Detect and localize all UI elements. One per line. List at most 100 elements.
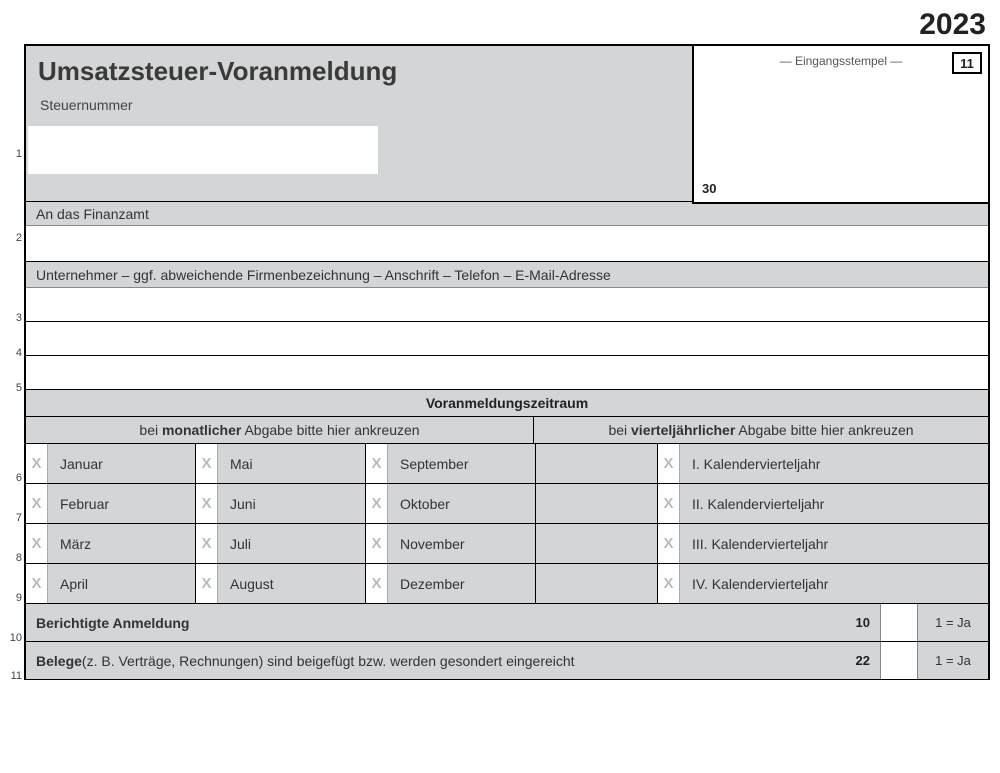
label-oktober: Oktober	[388, 484, 535, 523]
code-30-label: 30	[702, 181, 716, 196]
quarter-cell-2: X II. Kalendervierteljahr	[658, 484, 988, 523]
line-num: 4	[16, 347, 22, 359]
month-cell-september: X September	[366, 444, 536, 483]
row-berichtigte-anmeldung: Berichtigte Anmeldung 10 1 = Ja	[26, 604, 988, 642]
checkbox-dezember[interactable]: X	[366, 564, 388, 603]
txt: bei	[608, 422, 631, 438]
period-row: X März X Juli X November X III. Kalender…	[26, 524, 988, 564]
code-22: 22	[830, 642, 880, 679]
line-num: 10	[10, 632, 22, 644]
code-11-box: 11	[952, 52, 982, 74]
section-voranmeldungszeitraum: Voranmeldungszeitraum	[26, 390, 988, 417]
spacer	[536, 524, 658, 563]
header-area: Umsatzsteuer-Voranmeldung Steuernummer —…	[26, 46, 988, 202]
txt: vierteljährlicher	[631, 422, 735, 438]
spacer	[536, 484, 658, 523]
txt: bei	[139, 422, 162, 438]
month-cell-oktober: X Oktober	[366, 484, 536, 523]
quarter-cell-4: X IV. Kalendervierteljahr	[658, 564, 988, 603]
label-q2: II. Kalendervierteljahr	[680, 484, 988, 523]
checkbox-februar[interactable]: X	[26, 484, 48, 523]
checkbox-q3[interactable]: X	[658, 524, 680, 563]
quarter-cell-1: X I. Kalendervierteljahr	[658, 444, 988, 483]
unternehmer-input-3[interactable]	[26, 355, 988, 389]
quarter-cell-3: X III. Kalendervierteljahr	[658, 524, 988, 563]
line-num: 6	[16, 472, 22, 484]
month-cell-august: X August	[196, 564, 366, 603]
checkbox-november[interactable]: X	[366, 524, 388, 563]
label-august: August	[218, 564, 365, 603]
label-q3: III. Kalendervierteljahr	[680, 524, 988, 563]
checkbox-april[interactable]: X	[26, 564, 48, 603]
month-cell-november: X November	[366, 524, 536, 563]
finanzamt-row: An das Finanzamt	[26, 202, 988, 262]
label-juni: Juni	[218, 484, 365, 523]
checkbox-q2[interactable]: X	[658, 484, 680, 523]
month-cell-januar: X Januar	[26, 444, 196, 483]
line-num: 11	[11, 670, 22, 682]
label-q1: I. Kalendervierteljahr	[680, 444, 988, 483]
line-num: 7	[16, 512, 22, 524]
period-header-quarterly: bei vierteljährlicher Abgabe bitte hier …	[534, 417, 988, 443]
eingangsstempel-box: — Eingangsstempel — 11 30	[692, 44, 990, 204]
input-code-22[interactable]	[880, 642, 918, 679]
finanzamt-input[interactable]	[26, 225, 988, 261]
label-januar: Januar	[48, 444, 195, 483]
checkbox-q1[interactable]: X	[658, 444, 680, 483]
checkbox-maerz[interactable]: X	[26, 524, 48, 563]
line-num: 2	[16, 232, 22, 244]
form-year: 2023	[10, 8, 990, 42]
form-container: Umsatzsteuer-Voranmeldung Steuernummer —…	[24, 44, 990, 680]
period-row: X April X August X Dezember X IV. Kalend…	[26, 564, 988, 604]
checkbox-januar[interactable]: X	[26, 444, 48, 483]
month-cell-april: X April	[26, 564, 196, 603]
period-row: X Februar X Juni X Oktober X II. Kalende…	[26, 484, 988, 524]
line-num: 8	[16, 552, 22, 564]
row-belege: Belege (z. B. Verträge, Rechnungen) sind…	[26, 642, 988, 680]
unternehmer-block: Unternehmer – ggf. abweichende Firmenbez…	[26, 262, 988, 390]
period-header-monthly: bei monatlicher Abgabe bitte hier ankreu…	[26, 417, 534, 443]
line-num: 9	[16, 592, 22, 604]
txt: Abgabe bitte hier ankreuzen	[241, 422, 419, 438]
input-code-10[interactable]	[880, 604, 918, 641]
finanzamt-label: An das Finanzamt	[26, 202, 988, 225]
code-10: 10	[830, 604, 880, 641]
txt: monatlicher	[162, 422, 241, 438]
period-header-row: bei monatlicher Abgabe bitte hier ankreu…	[26, 417, 988, 444]
label-september: September	[388, 444, 535, 483]
steuernummer-input[interactable]	[28, 126, 378, 174]
checkbox-juli[interactable]: X	[196, 524, 218, 563]
unternehmer-input-1[interactable]	[26, 287, 988, 321]
hint-1-ja: 1 = Ja	[918, 604, 988, 641]
checkbox-q4[interactable]: X	[658, 564, 680, 603]
label-juli: Juli	[218, 524, 365, 563]
checkbox-september[interactable]: X	[366, 444, 388, 483]
label-berichtigte: Berichtigte Anmeldung	[26, 604, 830, 641]
label-november: November	[388, 524, 535, 563]
period-row: X Januar X Mai X September X I. Kalender…	[26, 444, 988, 484]
eingangsstempel-label: — Eingangsstempel —	[694, 54, 988, 68]
unternehmer-input-2[interactable]	[26, 321, 988, 355]
spacer	[536, 444, 658, 483]
label-april: April	[48, 564, 195, 603]
label-mai: Mai	[218, 444, 365, 483]
checkbox-oktober[interactable]: X	[366, 484, 388, 523]
txt: Belege	[36, 653, 82, 669]
hint-1-ja: 1 = Ja	[918, 642, 988, 679]
line-num: 3	[16, 312, 22, 324]
month-cell-juni: X Juni	[196, 484, 366, 523]
label-dezember: Dezember	[388, 564, 535, 603]
txt: Abgabe bitte hier ankreuzen	[735, 422, 913, 438]
label-februar: Februar	[48, 484, 195, 523]
line-num: 1	[16, 148, 22, 160]
month-cell-februar: X Februar	[26, 484, 196, 523]
checkbox-august[interactable]: X	[196, 564, 218, 603]
checkbox-juni[interactable]: X	[196, 484, 218, 523]
month-cell-juli: X Juli	[196, 524, 366, 563]
label-belege: Belege (z. B. Verträge, Rechnungen) sind…	[26, 642, 830, 679]
month-cell-mai: X Mai	[196, 444, 366, 483]
line-num: 5	[16, 382, 22, 394]
checkbox-mai[interactable]: X	[196, 444, 218, 483]
month-cell-maerz: X März	[26, 524, 196, 563]
txt: Berichtigte Anmeldung	[36, 615, 190, 631]
